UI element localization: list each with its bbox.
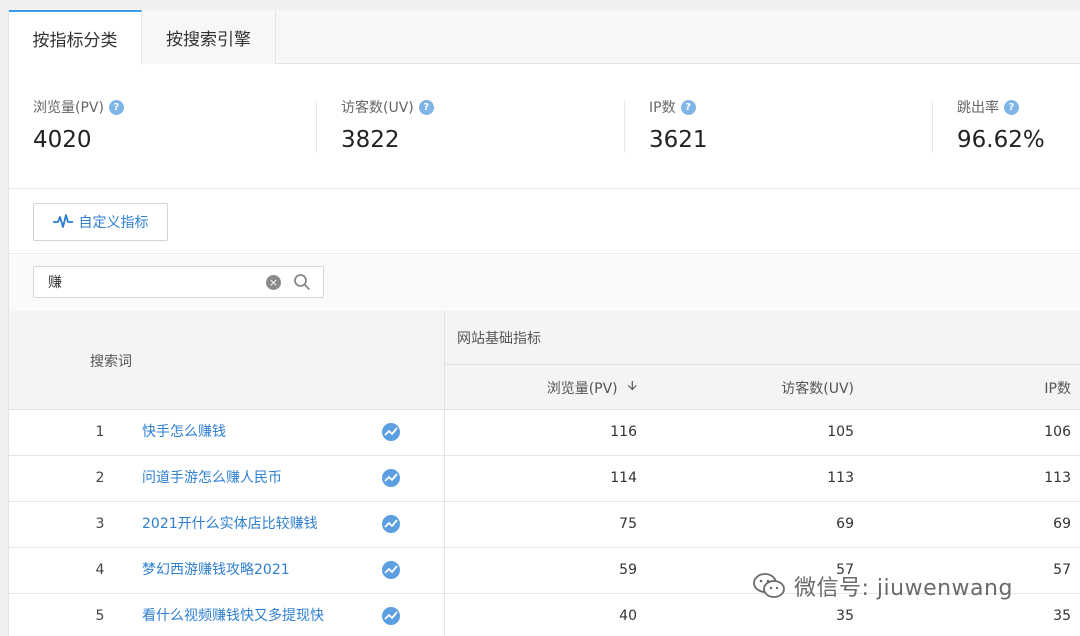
tab-bar: 按指标分类 按搜索引擎 bbox=[9, 10, 1080, 65]
metric-uv: 访客数(UV)? 3822 bbox=[341, 97, 434, 155]
clear-icon[interactable]: × bbox=[266, 275, 281, 290]
row-index: 4 bbox=[95, 562, 105, 578]
metric-value: 4020 bbox=[33, 127, 92, 153]
metric-value: 3621 bbox=[649, 127, 708, 153]
keyword-cell: 5 看什么视频赚钱快又多提现快 bbox=[9, 594, 445, 636]
keyword-link[interactable]: 2021开什么实体店比较赚钱 bbox=[142, 502, 318, 547]
help-icon[interactable]: ? bbox=[418, 99, 434, 115]
custom-metrics-button[interactable]: 自定义指标 bbox=[33, 203, 168, 241]
cell-pv: 75 bbox=[619, 516, 637, 532]
cell-ip: 69 bbox=[1053, 516, 1071, 532]
keyword-link[interactable]: 问道手游怎么赚人民币 bbox=[142, 456, 282, 501]
trend-icon[interactable] bbox=[382, 561, 400, 579]
row-index: 3 bbox=[95, 516, 105, 532]
trend-icon[interactable] bbox=[382, 515, 400, 533]
trend-icon[interactable] bbox=[382, 423, 400, 441]
cell-pv: 114 bbox=[610, 470, 637, 486]
keyword-cell: 4 梦幻西游赚钱攻略2021 bbox=[9, 548, 445, 593]
help-icon[interactable]: ? bbox=[680, 99, 696, 115]
trend-icon[interactable] bbox=[382, 469, 400, 487]
keyword-link[interactable]: 快手怎么赚钱 bbox=[142, 410, 226, 455]
metric-pv: 浏览量(PV)? 4020 bbox=[33, 97, 124, 155]
wechat-icon bbox=[753, 573, 785, 598]
cell-uv: 69 bbox=[836, 516, 854, 532]
metric-label: 跳出率 bbox=[957, 100, 999, 116]
keyword-link[interactable]: 梦幻西游赚钱攻略2021 bbox=[142, 548, 290, 593]
table-row: 3 2021开什么实体店比较赚钱 75 69 69 bbox=[9, 502, 1080, 548]
custom-metrics-label: 自定义指标 bbox=[78, 215, 149, 231]
tab-by-search-engine[interactable]: 按搜索引擎 bbox=[142, 10, 276, 64]
sort-desc-icon[interactable]: 🡫 bbox=[628, 377, 637, 399]
search-input[interactable] bbox=[34, 267, 254, 297]
report-panel: 按指标分类 按搜索引擎 浏览量(PV)? 4020 访客数(UV)? 3822 … bbox=[8, 10, 1080, 636]
header-group-basic-metrics: 网站基础指标 bbox=[445, 311, 1080, 365]
keyword-cell: 2 问道手游怎么赚人民币 bbox=[9, 456, 445, 501]
metrics-summary: 浏览量(PV)? 4020 访客数(UV)? 3822 IP数? 3621 跳出… bbox=[9, 65, 1080, 189]
keyword-link[interactable]: 看什么视频赚钱快又多提现快 bbox=[142, 594, 324, 636]
pulse-icon bbox=[52, 214, 73, 228]
metric-value: 3822 bbox=[341, 127, 400, 153]
header-pv[interactable]: 浏览量(PV) 🡫 bbox=[445, 366, 637, 410]
table-row: 1 快手怎么赚钱 116 105 106 bbox=[9, 410, 1080, 456]
metric-label: IP数 bbox=[649, 100, 676, 116]
header-keyword: 搜索词 bbox=[9, 311, 445, 410]
row-index: 5 bbox=[95, 608, 105, 624]
table-header: 搜索词 网站基础指标 浏览量(PV) 🡫 访客数(UV) IP数 bbox=[9, 311, 1080, 410]
keyword-cell: 1 快手怎么赚钱 bbox=[9, 410, 445, 455]
row-index: 1 bbox=[95, 424, 105, 440]
metric-bounce-rate: 跳出率? 96.62% bbox=[957, 97, 1045, 155]
keyword-cell: 3 2021开什么实体店比较赚钱 bbox=[9, 502, 445, 547]
divider bbox=[932, 101, 933, 153]
metric-label: 浏览量(PV) bbox=[33, 100, 104, 116]
table-row: 2 问道手游怎么赚人民币 114 113 113 bbox=[9, 456, 1080, 502]
trend-icon[interactable] bbox=[382, 607, 400, 625]
tab-by-metric[interactable]: 按指标分类 bbox=[9, 10, 142, 65]
cell-uv: 105 bbox=[827, 424, 854, 440]
row-index: 2 bbox=[95, 470, 105, 486]
header-pv-label: 浏览量(PV) bbox=[546, 381, 618, 397]
metric-value: 96.62% bbox=[957, 127, 1045, 153]
toolbar: 自定义指标 bbox=[9, 190, 1080, 254]
cell-ip: 106 bbox=[1044, 424, 1071, 440]
cell-pv: 59 bbox=[619, 562, 637, 578]
divider bbox=[316, 101, 317, 153]
search-icon[interactable] bbox=[293, 273, 311, 291]
cell-uv: 113 bbox=[827, 470, 854, 486]
search-box: × bbox=[33, 266, 324, 298]
help-icon[interactable]: ? bbox=[1004, 99, 1019, 115]
metric-label: 访客数(UV) bbox=[341, 100, 414, 116]
help-icon[interactable]: ? bbox=[108, 99, 124, 115]
cell-pv: 40 bbox=[619, 608, 637, 624]
header-ip[interactable]: IP数 bbox=[869, 366, 1071, 410]
divider bbox=[624, 101, 625, 153]
cell-ip: 113 bbox=[1044, 470, 1071, 486]
search-row: × bbox=[9, 255, 1080, 311]
wechat-watermark: 微信号: jiuwenwang bbox=[752, 566, 1013, 606]
cell-pv: 116 bbox=[610, 424, 637, 440]
header-uv[interactable]: 访客数(UV) bbox=[649, 366, 854, 410]
watermark-text: 微信号: jiuwenwang bbox=[794, 576, 1013, 601]
metric-ip: IP数? 3621 bbox=[649, 97, 708, 155]
